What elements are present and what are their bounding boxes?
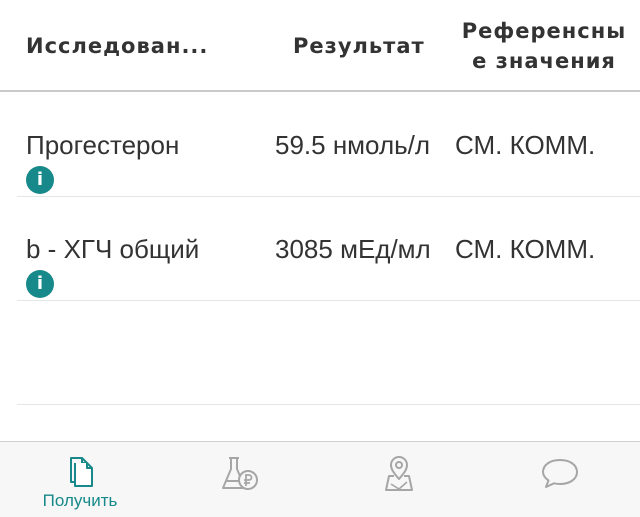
documents-icon [70, 457, 93, 487]
tab-analyses-prices[interactable] [180, 442, 300, 517]
column-header-reference-line2: е значения [472, 49, 616, 73]
info-icon[interactable]: i [26, 166, 54, 194]
test-result: 59.5 нмоль/л [275, 130, 431, 160]
table-header: Исследован... Результат Референсны е зна… [0, 0, 640, 92]
test-reference: СМ. КОММ. [455, 234, 596, 264]
column-header-reference[interactable]: Референсны е значения [454, 16, 634, 76]
flask-ruble-icon [222, 457, 258, 490]
tab-chat[interactable] [500, 442, 620, 517]
table-row[interactable]: b - ХГЧ общий 3085 мЕд/мл СМ. КОММ. i [17, 197, 640, 301]
chat-bubble-icon [542, 459, 578, 488]
test-name: Прогестерон [26, 130, 180, 160]
tab-receive-label: Получить [42, 491, 118, 510]
empty-row [17, 301, 640, 405]
table-row[interactable]: Прогестерон 59.5 нмоль/л СМ. КОММ. i [17, 93, 640, 197]
info-icon[interactable]: i [26, 270, 54, 298]
tab-receive[interactable]: Получить [20, 442, 140, 517]
tab-bar: Получить [0, 441, 640, 517]
map-pin-icon [385, 456, 413, 491]
column-header-reference-line1: Референсны [461, 19, 627, 43]
column-header-study[interactable]: Исследован... [26, 31, 208, 61]
test-name: b - ХГЧ общий [26, 234, 200, 264]
column-header-result[interactable]: Результат [293, 31, 425, 61]
tab-map[interactable] [339, 442, 459, 517]
test-result: 3085 мЕд/мл [275, 234, 431, 264]
test-reference: СМ. КОММ. [455, 130, 596, 160]
